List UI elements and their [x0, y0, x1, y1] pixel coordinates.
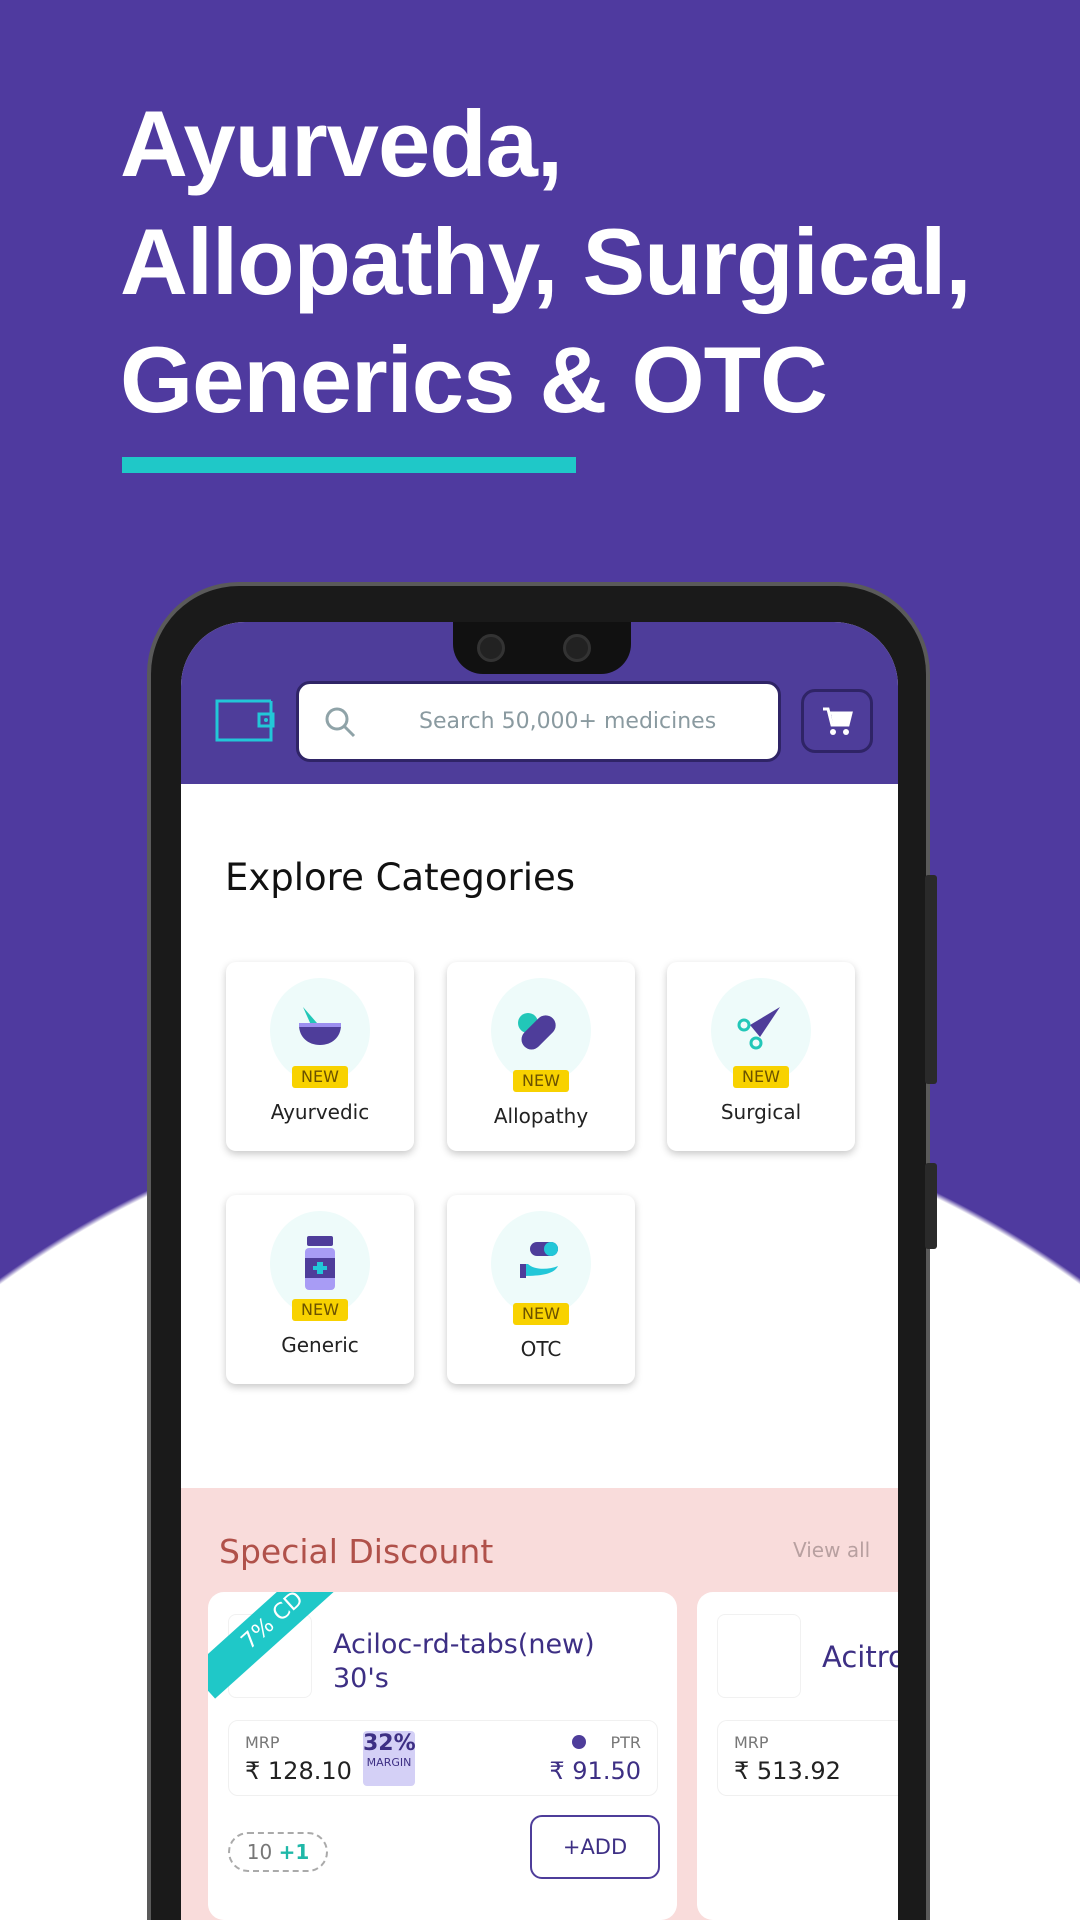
new-badge: NEW	[513, 1070, 569, 1092]
product-name-line: 30's	[333, 1663, 389, 1694]
price-box: MRP ₹ 513.92	[717, 1720, 898, 1796]
add-button[interactable]: +ADD	[530, 1815, 660, 1879]
category-label: Ayurvedic	[270, 1100, 370, 1124]
mortar-pestle-icon	[299, 1007, 341, 1045]
headline-line: Allopathy, Surgical,	[120, 209, 972, 314]
margin-value: 32%	[363, 1731, 416, 1756]
mrp-value: ₹ 513.92	[734, 1757, 841, 1785]
scheme-qty: 10	[246, 1840, 273, 1864]
new-badge: NEW	[733, 1066, 789, 1088]
headline-line: Generics & OTC	[120, 327, 828, 432]
price-box: MRP ₹ 128.10 32% MARGIN PTR ₹ 91.50	[228, 1720, 658, 1796]
wallet-icon[interactable]	[211, 698, 277, 743]
app-screen: Search 50,000+ medicines Explore Categor…	[181, 622, 898, 1920]
new-badge: NEW	[292, 1066, 348, 1088]
cart-icon	[823, 707, 853, 735]
scheme-free: +1	[278, 1840, 310, 1864]
product-card[interactable]: Acitro MRP ₹ 513.92	[697, 1592, 898, 1920]
product-image	[717, 1614, 801, 1698]
speaker-icon	[477, 634, 505, 662]
product-name-line: Aciloc-rd-tabs(new)	[333, 1629, 595, 1660]
mrp-label: MRP	[245, 1733, 280, 1752]
category-ayurvedic[interactable]: NEW Ayurvedic	[226, 962, 414, 1151]
new-badge: NEW	[513, 1303, 569, 1325]
camera-icon	[563, 634, 591, 662]
cart-button[interactable]	[801, 689, 873, 753]
section-title: Explore Categories	[225, 856, 576, 899]
category-surgical[interactable]: NEW Surgical	[667, 962, 855, 1151]
category-label: Generic	[281, 1333, 359, 1357]
headline-line: Ayurveda,	[120, 91, 563, 196]
category-allopathy[interactable]: NEW Allopathy	[447, 962, 635, 1151]
phone-power-button	[925, 1163, 937, 1249]
search-icon	[325, 707, 356, 737]
medicine-bottle-icon	[305, 1236, 335, 1290]
mrp-label: MRP	[734, 1733, 769, 1752]
scissors-icon	[737, 1007, 780, 1050]
scheme-badge: 10 +1	[228, 1832, 328, 1872]
product-name: Aciloc-rd-tabs(new) 30's	[333, 1628, 595, 1696]
phone-notch	[453, 622, 631, 674]
product-card[interactable]: 7% CD Aciloc-rd-tabs(new) 30's MRP ₹ 128.…	[208, 1592, 677, 1920]
search-placeholder: Search 50,000+ medicines	[419, 709, 717, 734]
phone-volume-button	[925, 875, 937, 1084]
product-name: Acitro	[822, 1640, 898, 1674]
category-label: Allopathy	[493, 1104, 589, 1128]
view-all-link[interactable]: View all	[793, 1538, 870, 1562]
category-label: OTC	[520, 1337, 562, 1361]
margin-badge: 32% MARGIN	[363, 1731, 416, 1786]
special-discount-section: Special Discount View all 7% CD Aciloc-r…	[181, 1488, 898, 1920]
new-badge: NEW	[292, 1299, 348, 1321]
category-label: Surgical	[720, 1100, 802, 1124]
ptr-label: PTR	[610, 1733, 641, 1752]
hand-capsule-icon	[520, 1242, 558, 1278]
ptr-value: ₹ 91.50	[549, 1757, 641, 1785]
category-generic[interactable]: NEW Generic	[226, 1195, 414, 1384]
search-input[interactable]: Search 50,000+ medicines	[296, 681, 781, 762]
headline-underline	[122, 457, 576, 473]
app-header: Search 50,000+ medicines	[181, 622, 898, 784]
category-otc[interactable]: NEW OTC	[447, 1195, 635, 1384]
info-icon[interactable]	[572, 1735, 586, 1749]
margin-label: MARGIN	[366, 1756, 412, 1769]
headline: Ayurveda, Allopathy, Surgical, Generics …	[120, 85, 972, 439]
section-title: Special Discount	[219, 1532, 494, 1571]
mrp-value: ₹ 128.10	[245, 1757, 352, 1785]
pill-icon	[518, 1013, 556, 1050]
